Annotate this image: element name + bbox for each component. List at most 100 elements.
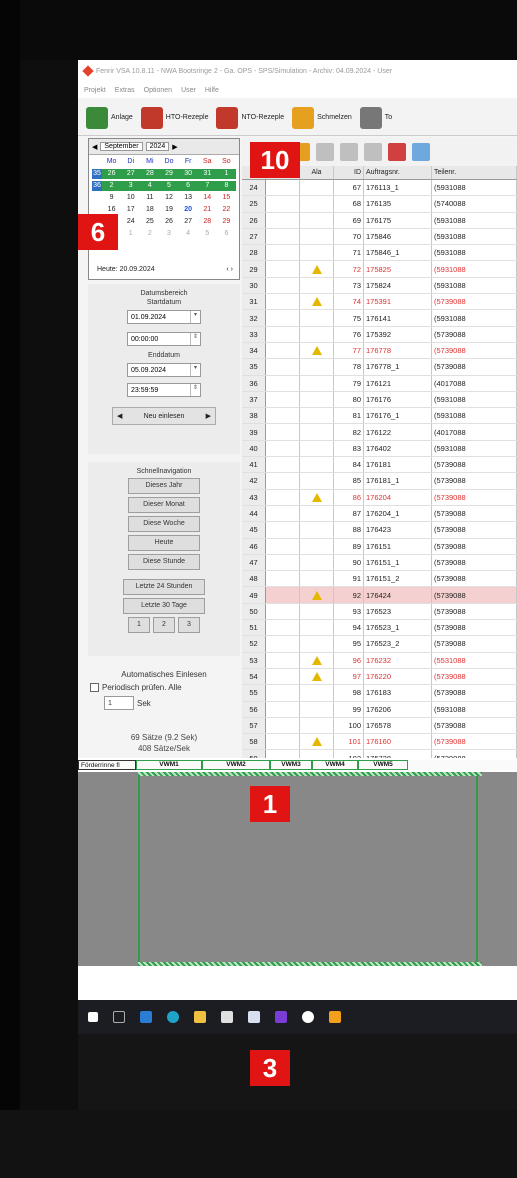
app-shield-icon[interactable] [248,1011,260,1023]
calendar-day[interactable]: 4 [179,229,198,239]
preset-button[interactable]: 2 [153,617,175,633]
edit-icon[interactable] [364,143,382,161]
range-button[interactable]: Letzte 30 Tage [123,598,205,614]
calendar-day[interactable]: 22 [217,205,236,215]
calendar-day[interactable]: 29 [159,169,179,179]
table-row[interactable]: 49 92 176424 (5739088 [242,587,517,604]
conveyor-segment[interactable]: VWM2 [202,760,270,770]
task-view-icon[interactable] [113,1011,125,1023]
interval-input[interactable]: 1 [104,696,134,710]
table-row[interactable]: 57 100 176578 (5739088 [242,717,517,735]
explorer-icon[interactable] [194,1011,206,1023]
calendar-day[interactable]: 28 [140,169,160,179]
column-header[interactable]: Ala [300,166,334,179]
calendar-day[interactable]: 19 [159,205,178,215]
calendar-day[interactable]: 2 [102,181,122,191]
calendar-day[interactable]: 18 [140,205,159,215]
spinner-icon[interactable]: ⇕ [190,384,200,396]
calendar-day[interactable]: 9 [102,193,121,203]
calendar-day[interactable]: 21 [198,205,217,215]
calendar-day[interactable]: 31 [197,169,217,179]
calendar-dropdown-icon[interactable]: ▾ [190,364,200,376]
quick-nav-button[interactable]: Diese Stunde [128,554,200,570]
calendar-day[interactable]: 12 [159,193,178,203]
menu-item-hilfe[interactable]: Hilfe [205,87,219,94]
calendar-day[interactable]: 6 [217,229,236,239]
toolbar-button-3[interactable]: Schmelzen [292,106,352,129]
toolbar-button-4[interactable]: To [359,106,392,129]
start-time-field[interactable]: 00:00:00 ⇕ [127,332,201,346]
column-header[interactable]: ID [334,166,364,179]
menu-item-optionen[interactable]: Optionen [144,87,172,94]
today-label[interactable]: Heute: 20.09.2024 [97,266,155,273]
table-row[interactable]: 32 75 176141 (5931088 [242,310,517,327]
calendar-day[interactable]: 20 [179,205,198,215]
periodic-check-row[interactable]: Periodisch prüfen. Alle [88,683,240,692]
quick-nav-button[interactable]: Dieser Monat [128,497,200,513]
table-row[interactable]: 45 88 176423 (5739088 [242,522,517,539]
table-row[interactable]: 36 79 176121 (4017088 [242,375,517,392]
calendar-day[interactable]: 3 [159,229,178,239]
table-row[interactable]: 50 93 176523 (5739088 [242,603,517,621]
table-row[interactable]: 44 87 176204_1 (5739088 [242,505,517,523]
table-row[interactable]: 43 86 176204 (5739088 [242,489,517,506]
calendar-day[interactable]: 13 [179,193,198,203]
calendar-day[interactable]: 10 [121,193,140,203]
table-row[interactable]: 53 96 176232 (5531088 [242,652,517,669]
column-header[interactable]: Auftragsnr. [364,166,432,179]
preset-button[interactable]: 1 [128,617,150,633]
calendar-day[interactable]: 5 [198,229,217,239]
table-row[interactable]: 24 67 176113_1 (5931088 [242,180,517,197]
conveyor-segment[interactable]: VWM3 [270,760,312,770]
pdf-icon[interactable] [388,143,406,161]
calendar-day[interactable]: 28 [198,217,217,227]
table-row[interactable]: 46 89 176151 (5739088 [242,538,517,555]
end-date-field[interactable]: 05.09.2024 ▾ [127,363,201,377]
table-row[interactable]: 25 68 176135 (5740088 [242,196,517,213]
month-select[interactable]: September [100,142,143,151]
table-row[interactable]: 55 98 176183 (5739088 [242,685,517,702]
table-row[interactable]: 31 74 175391 (5739088 [242,294,517,311]
today-nav-icon[interactable]: ‹ › [226,266,233,273]
menu-item-user[interactable]: User [181,87,196,94]
quick-nav-button[interactable]: Dieses Jahr [128,478,200,494]
calendar-day[interactable]: 1 [216,169,236,179]
calendar-day[interactable]: 5 [159,181,179,191]
quick-nav-button[interactable]: Diese Woche [128,516,200,532]
calendar-day[interactable]: 25 [140,217,159,227]
pinned-app-icon[interactable] [329,1011,341,1023]
reload-button[interactable]: ◀ Neu einlesen ▶ [112,407,216,425]
start-date-field[interactable]: 01.09.2024 ▾ [127,310,201,324]
calendar-day[interactable]: 24 [121,217,140,227]
chat-icon[interactable] [302,1011,314,1023]
menu-item-projekt[interactable]: Projekt [84,87,106,94]
toolbar-button-0[interactable]: Anlage [86,106,133,129]
grid-tool-icon[interactable] [316,143,334,161]
store-icon[interactable] [221,1011,233,1023]
table-row[interactable]: 42 85 176181_1 (5739088 [242,473,517,490]
table-row[interactable]: 41 84 176181 (5739088 [242,457,517,474]
calendar-day[interactable]: 2 [140,229,159,239]
toolbar-button-1[interactable]: HTO-Rezeple [140,106,208,129]
calendar-day[interactable]: 11 [140,193,159,203]
column-header[interactable]: Teilenr. [432,166,517,179]
table-row[interactable]: 30 73 175824 (5931088 [242,277,517,295]
table-row[interactable]: 29 72 175825 (5931088 [242,261,517,278]
edge-icon[interactable] [167,1011,179,1023]
calendar-day[interactable]: 1 [121,229,140,239]
table-row[interactable]: 51 94 176523_1 (5739088 [242,620,517,637]
prev-arrow-icon[interactable]: ◀ [117,412,122,420]
calendar-day[interactable]: 15 [217,193,236,203]
table-row[interactable]: 59 102175728(5739088 [242,750,517,758]
year-spinner[interactable]: 2024 [145,142,170,151]
table-row[interactable]: 39 82 176122 (4017088 [242,424,517,441]
start-icon[interactable] [88,1012,98,1022]
table-row[interactable]: 28 71 175846_1 (5931088 [242,245,517,262]
calendar-day[interactable]: 7 [197,181,217,191]
end-time-field[interactable]: 23:59:59 ⇕ [127,383,201,397]
table-row[interactable]: 40 83 176402 (5931088 [242,440,517,458]
next-arrow-icon[interactable]: ▶ [206,412,211,420]
copy-icon[interactable] [340,143,358,161]
quick-nav-button[interactable]: Heute [128,535,200,551]
calendar-day[interactable]: 3 [121,181,141,191]
